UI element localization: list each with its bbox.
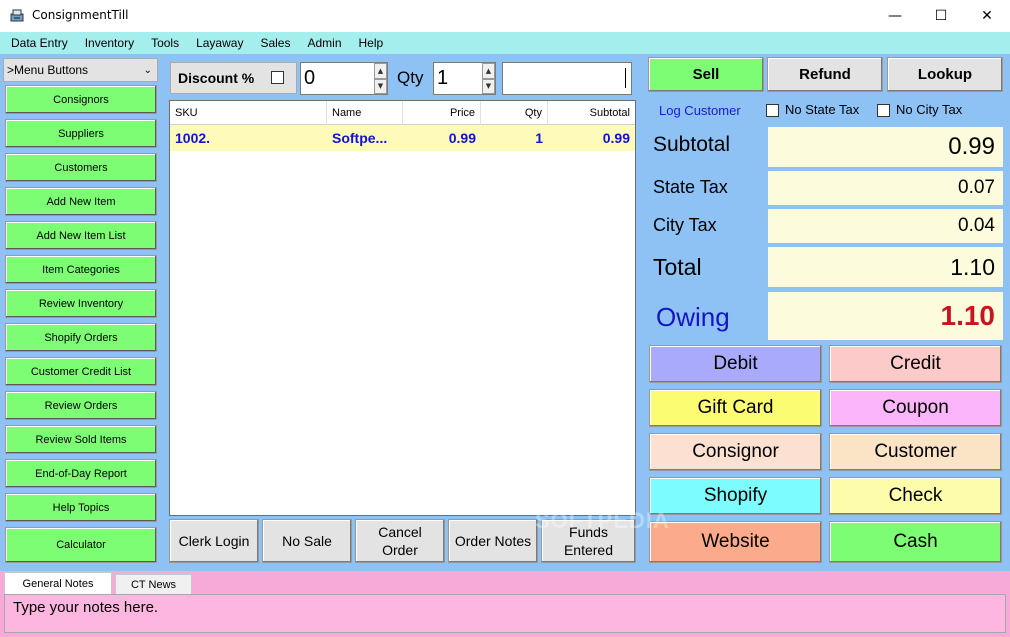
owing-label: Owing — [656, 302, 730, 332]
grid-header: SKU Name Price Qty Subtotal — [170, 101, 635, 125]
item-categories-button[interactable]: Item Categories — [5, 255, 157, 284]
no-state-tax-label[interactable]: No State Tax — [785, 102, 859, 117]
lookup-button[interactable]: Lookup — [887, 57, 1003, 92]
tab-ct-news[interactable]: CT News — [115, 574, 192, 594]
total-value: 1.10 — [768, 247, 1003, 287]
log-customer-link[interactable]: Log Customer — [659, 103, 741, 118]
cell-sku: 1002. — [175, 130, 211, 146]
no-state-tax-checkbox[interactable] — [766, 104, 779, 117]
owing-value: 1.10 — [768, 292, 1003, 340]
city-tax-label: City Tax — [653, 215, 717, 235]
menu-inventory[interactable]: Inventory — [85, 36, 134, 50]
add-new-item-button[interactable]: Add New Item — [5, 187, 157, 216]
column-header-price[interactable]: Price — [403, 101, 481, 125]
review-orders-button[interactable]: Review Orders — [5, 391, 157, 420]
notes-textarea[interactable]: Type your notes here. — [4, 594, 1006, 633]
cell-price: 0.99 — [448, 130, 476, 146]
subtotal-value: 0.99 — [768, 127, 1003, 167]
gift-card-button[interactable]: Gift Card — [649, 389, 822, 427]
consignors-button[interactable]: Consignors — [5, 85, 157, 114]
column-header-subtotal[interactable]: Subtotal — [548, 101, 635, 125]
coupon-button[interactable]: Coupon — [829, 389, 1002, 427]
shopify-orders-button[interactable]: Shopify Orders — [5, 323, 157, 352]
cash-button[interactable]: Cash — [829, 521, 1002, 563]
spin-up-icon[interactable]: ▲ — [374, 63, 387, 79]
spin-down-icon[interactable]: ▼ — [374, 78, 387, 94]
window-title: ConsignmentTill — [32, 8, 129, 22]
end-of-day-report-button[interactable]: End-of-Day Report — [5, 459, 157, 488]
discount-checkbox[interactable] — [271, 71, 284, 84]
title-bar — [0, 0, 1010, 32]
maximize-button[interactable]: ☐ — [918, 0, 964, 32]
cart-grid[interactable] — [169, 100, 636, 516]
subtotal-label: Subtotal — [653, 133, 731, 156]
menu-tools[interactable]: Tools — [151, 36, 179, 50]
sell-button[interactable]: Sell — [648, 57, 764, 92]
clerk-login-button[interactable]: Clerk Login — [169, 519, 259, 563]
menu-help[interactable]: Help — [359, 36, 384, 50]
text-caret — [625, 68, 626, 88]
no-city-tax-label[interactable]: No City Tax — [896, 102, 962, 117]
total-label: Total — [653, 254, 702, 280]
column-header-qty[interactable]: Qty — [481, 101, 548, 125]
spin-down-icon[interactable]: ▼ — [482, 78, 495, 94]
customer-credit-list-button[interactable]: Customer Credit List — [5, 357, 157, 386]
cell-qty: 1 — [535, 130, 543, 146]
menu-sales[interactable]: Sales — [260, 36, 290, 50]
close-button[interactable]: ✕ — [964, 0, 1010, 32]
review-sold-items-button[interactable]: Review Sold Items — [5, 425, 157, 454]
menu-bar: Data Entry Inventory Tools Layaway Sales… — [0, 32, 1010, 54]
qty-label: Qty — [397, 68, 424, 87]
dropdown-label: >Menu Buttons — [7, 63, 89, 77]
cell-subtotal: 0.99 — [602, 130, 630, 146]
customer-button[interactable]: Customer — [829, 433, 1002, 471]
scan-input[interactable] — [502, 62, 632, 95]
menu-layaway[interactable]: Layaway — [196, 36, 243, 50]
cell-name: Softpe... — [332, 130, 388, 146]
cancel-order-button[interactable]: Cancel Order — [355, 519, 445, 563]
chevron-down-icon: ⌄ — [143, 64, 152, 76]
tab-general-notes[interactable]: General Notes — [4, 572, 112, 594]
minimize-button[interactable]: — — [872, 0, 918, 32]
watermark: SOFTPEDIA — [535, 508, 670, 533]
discount-label: Discount % — [178, 70, 255, 86]
review-inventory-button[interactable]: Review Inventory — [5, 289, 157, 318]
suppliers-button[interactable]: Suppliers — [5, 119, 157, 148]
website-button[interactable]: Website — [649, 521, 822, 563]
credit-button[interactable]: Credit — [829, 345, 1002, 383]
help-topics-button[interactable]: Help Topics — [5, 493, 157, 522]
debit-button[interactable]: Debit — [649, 345, 822, 383]
table-row[interactable]: 1002. Softpe... 0.99 1 0.99 — [170, 125, 635, 151]
menu-data-entry[interactable]: Data Entry — [11, 36, 68, 50]
spin-up-icon[interactable]: ▲ — [482, 63, 495, 79]
no-city-tax-checkbox[interactable] — [877, 104, 890, 117]
no-sale-button[interactable]: No Sale — [262, 519, 352, 563]
qty-spinner[interactable]: ▲ ▼ — [482, 63, 495, 94]
state-tax-value: 0.07 — [768, 171, 1003, 205]
menu-admin[interactable]: Admin — [307, 36, 341, 50]
menu-buttons-dropdown[interactable]: >Menu Buttons ⌄ — [3, 58, 158, 82]
consignor-button[interactable]: Consignor — [649, 433, 822, 471]
add-new-item-list-button[interactable]: Add New Item List — [5, 221, 157, 250]
shopify-button[interactable]: Shopify — [649, 477, 822, 515]
order-notes-button[interactable]: Order Notes — [448, 519, 538, 563]
app-icon — [10, 9, 24, 22]
city-tax-value: 0.04 — [768, 209, 1003, 243]
state-tax-label: State Tax — [653, 177, 728, 197]
column-header-name[interactable]: Name — [327, 101, 403, 125]
check-button[interactable]: Check — [829, 477, 1002, 515]
discount-spinner[interactable]: ▲ ▼ — [374, 63, 387, 94]
calculator-button[interactable]: Calculator — [5, 527, 157, 563]
customers-button[interactable]: Customers — [5, 153, 157, 182]
column-header-sku[interactable]: SKU — [170, 101, 327, 125]
refund-button[interactable]: Refund — [767, 57, 883, 92]
